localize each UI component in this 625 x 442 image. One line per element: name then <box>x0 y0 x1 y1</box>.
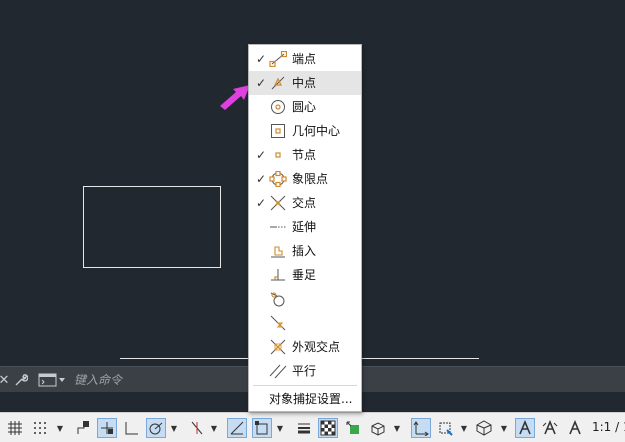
close-icon[interactable]: ✕ <box>0 367 9 393</box>
rectangle-shape[interactable] <box>83 186 221 268</box>
command-input[interactable]: 键入命令 <box>74 371 244 389</box>
node-icon <box>275 152 281 158</box>
pointer-arrow-icon <box>220 85 250 110</box>
object-snap-menu: ✓ 端点 ✓ 中点 圆心 几何中心 ✓ 节点 ✓ 象限点 ✓ 交点 延伸 插入 <box>248 44 362 412</box>
grid-icon[interactable] <box>5 418 25 438</box>
menu-item-label: 平行 <box>292 364 317 378</box>
gizmo-icon[interactable] <box>474 418 494 438</box>
menu-item-node[interactable]: ✓ 节点 <box>249 143 361 167</box>
menu-item-label: 插入 <box>292 244 317 258</box>
geometric-center-icon <box>271 124 285 138</box>
nearest-icon <box>270 315 286 331</box>
menu-item-intersection[interactable]: ✓ 交点 <box>249 191 361 215</box>
menu-item-label: 外观交点 <box>292 340 341 354</box>
wrench-icon[interactable] <box>12 367 30 393</box>
isometric-icon[interactable] <box>187 418 207 438</box>
menu-divider <box>253 385 357 386</box>
chevron-down-icon[interactable]: ▼ <box>500 421 508 435</box>
lineweight-icon[interactable] <box>294 418 314 438</box>
menu-item-tangent[interactable] <box>249 287 361 311</box>
menu-item-label: 对象捕捉设置... <box>269 392 353 406</box>
annotation-scale-value[interactable]: 1:1 / 10 <box>592 420 625 434</box>
checkmark-icon: ✓ <box>256 148 267 162</box>
perpendicular-icon <box>271 269 285 281</box>
menu-item-label: 垂足 <box>292 268 317 282</box>
command-history-icon[interactable] <box>38 367 66 393</box>
checkmark-icon: ✓ <box>256 76 267 90</box>
infer-constraints-icon[interactable] <box>73 418 93 438</box>
chevron-down-icon[interactable]: ▼ <box>210 421 218 435</box>
menu-item-label: 端点 <box>292 52 317 66</box>
center-icon <box>271 100 285 114</box>
endpoint-icon <box>269 51 287 67</box>
checkmark-icon: ✓ <box>256 52 267 66</box>
checkmark-icon: ✓ <box>256 172 267 186</box>
menu-item-nearest[interactable] <box>249 311 361 335</box>
menu-item-label: 象限点 <box>292 172 329 186</box>
checkmark-icon: ✓ <box>256 196 267 210</box>
parallel-icon <box>269 364 287 379</box>
3d-object-snap-icon[interactable] <box>368 418 388 438</box>
menu-item-midpoint[interactable]: ✓ 中点 <box>249 71 361 95</box>
polar-tracking-icon[interactable] <box>146 418 166 438</box>
chevron-down-icon[interactable]: ▼ <box>56 421 64 435</box>
ortho-mode-icon[interactable] <box>121 418 141 438</box>
menu-item-label: 中点 <box>292 76 317 90</box>
chevron-down-icon[interactable]: ▼ <box>170 421 178 435</box>
snap-grid-icon[interactable] <box>30 418 50 438</box>
chevron-down-icon[interactable]: ▼ <box>393 421 401 435</box>
selection-cycling-icon[interactable] <box>343 418 363 438</box>
menu-item-label: 节点 <box>292 148 317 162</box>
apparent-intersection-icon <box>270 339 286 355</box>
midpoint-icon <box>271 76 285 90</box>
menu-item-object-snap-settings[interactable]: 对象捕捉设置... <box>249 387 361 411</box>
insertion-icon <box>271 246 285 258</box>
menu-item-perpendicular[interactable]: 垂足 <box>249 263 361 287</box>
auto-scale-icon[interactable] <box>540 418 560 438</box>
quadrant-icon <box>269 171 287 187</box>
menu-item-label: 延伸 <box>292 220 317 234</box>
menu-item-label: 圆心 <box>292 100 317 114</box>
chevron-down-icon[interactable]: ▼ <box>460 421 468 435</box>
menu-item-parallel[interactable]: 平行 <box>249 359 361 383</box>
transparency-icon[interactable] <box>318 418 338 438</box>
menu-item-quadrant[interactable]: ✓ 象限点 <box>249 167 361 191</box>
extension-icon <box>270 226 286 228</box>
menu-item-extension[interactable]: 延伸 <box>249 215 361 239</box>
annotation-scale-icon[interactable] <box>565 418 585 438</box>
dynamic-input-icon[interactable] <box>97 418 117 438</box>
menu-item-geometric-center[interactable]: 几何中心 <box>249 119 361 143</box>
intersection-icon <box>270 195 286 211</box>
object-snap-icon[interactable] <box>252 418 272 438</box>
annotation-visibility-icon[interactable] <box>515 418 535 438</box>
menu-item-center[interactable]: 圆心 <box>249 95 361 119</box>
object-snap-tracking-icon[interactable] <box>227 418 247 438</box>
menu-item-insertion[interactable]: 插入 <box>249 239 361 263</box>
menu-item-label: 交点 <box>292 196 317 210</box>
tangent-icon <box>270 292 285 307</box>
status-bar: ▼ ▼ ▼ ▼ ▼ ▼ ▼ 1:1 / <box>0 412 625 442</box>
menu-item-label: 几何中心 <box>292 124 341 138</box>
selection-filter-icon[interactable] <box>435 418 455 438</box>
menu-item-endpoint[interactable]: ✓ 端点 <box>249 47 361 71</box>
chevron-down-icon[interactable]: ▼ <box>276 421 284 435</box>
menu-item-apparent-intersection[interactable]: 外观交点 <box>249 335 361 359</box>
dynamic-ucs-icon[interactable] <box>411 418 431 438</box>
